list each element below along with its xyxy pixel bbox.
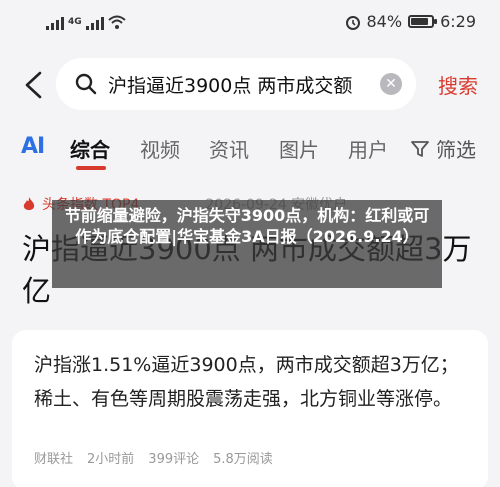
alarm-icon xyxy=(345,15,360,30)
filter-button[interactable]: 筛选 xyxy=(410,134,476,163)
headline-overlay: 节前缩量避险，沪指失守3900点，机构：红利或可作为底仓配置|华宝基金3A日报（… xyxy=(52,200,442,288)
news-card[interactable]: 沪指涨1.51%逼近3900点，两市成交额超3万亿；稀土、有色等周期股震荡走强，… xyxy=(12,330,488,487)
search-icon xyxy=(75,73,97,95)
card-summary[interactable]: 沪指涨1.51%逼近3900点，两市成交额超3万亿；稀土、有色等周期股震荡走强，… xyxy=(34,348,470,416)
signal-icon-secondary xyxy=(85,14,104,30)
tab-images[interactable]: 图片 xyxy=(279,134,319,163)
network-type: 4G xyxy=(68,16,82,27)
filter-icon xyxy=(411,140,429,157)
clock: 6:29 xyxy=(440,12,476,31)
signal-icon xyxy=(46,14,64,30)
tab-ai[interactable]: AI xyxy=(21,134,45,159)
flame-icon xyxy=(23,197,35,210)
tab-comprehensive[interactable]: 综合 xyxy=(70,134,110,163)
clear-icon[interactable]: ✕ xyxy=(380,73,402,95)
battery-percent: 84% xyxy=(366,12,403,31)
search-button[interactable]: 搜索 xyxy=(438,70,478,99)
card-reads: 5.8万阅读 xyxy=(213,452,273,467)
battery-icon xyxy=(408,15,438,28)
tab-users[interactable]: 用户 xyxy=(348,134,388,163)
card-time: 2小时前 xyxy=(87,452,135,467)
search-input[interactable]: 沪指逼近3900点 两市成交额 ✕ xyxy=(56,58,416,110)
status-right: 84% 6:29 xyxy=(345,12,476,31)
back-arrow-icon[interactable] xyxy=(22,70,44,100)
wifi-icon xyxy=(107,15,126,29)
signal-indicators: 4G xyxy=(46,14,126,30)
filter-label: 筛选 xyxy=(436,138,476,162)
tab-bar: AI 综合 视频 资讯 图片 用户 筛选 xyxy=(0,126,500,170)
tab-news[interactable]: 资讯 xyxy=(209,134,249,163)
card-comments: 399评论 xyxy=(148,452,200,467)
search-query[interactable]: 沪指逼近3900点 两市成交额 xyxy=(108,71,370,98)
status-bar: 4G 84% 6:29 xyxy=(0,0,500,44)
active-tab-indicator xyxy=(76,166,106,170)
card-source: 财联社 xyxy=(34,452,74,467)
tab-video[interactable]: 视频 xyxy=(140,134,180,163)
battery-fill xyxy=(411,18,428,25)
card-footer: 财联社 2小时前 399评论 5.8万阅读 xyxy=(34,448,273,467)
search-bar: 沪指逼近3900点 两市成交额 ✕ 搜索 xyxy=(0,56,500,114)
